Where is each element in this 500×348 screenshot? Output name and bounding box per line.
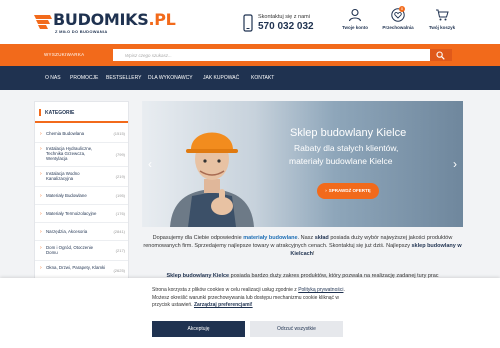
- building-materials-link[interactable]: materiały budowlane: [243, 235, 297, 241]
- chevron-right-icon: ›: [40, 229, 42, 235]
- category-name: Instalacja Wodno Kanalizacyjna: [46, 171, 80, 182]
- contact-label: Skontaktuj się z nami: [258, 14, 310, 20]
- slider-next-icon[interactable]: ›: [453, 157, 457, 171]
- category-name: Instalacja Hydrauliczne, Technika Grzewc…: [46, 146, 93, 162]
- category-name: Materiały Termoizolacyjne: [46, 211, 97, 216]
- reject-cookies-button[interactable]: Odrzuć wszystkie: [250, 321, 343, 337]
- logo[interactable]: BUDOMIKS.PL Z MIŁO DO BUDOWANIA: [34, 10, 176, 36]
- intro-text: Dopasujemy dla Ciebie odpowiednie materi…: [143, 235, 462, 257]
- search-label: WYSZUKIWARKA: [44, 52, 85, 57]
- search-icon: [436, 51, 445, 60]
- wishlist-label: Przechowalnia: [382, 25, 414, 30]
- nav-item-dla-wykonawcy[interactable]: DLA WYKONAWCY: [148, 75, 193, 81]
- cart-label: Twój koszyk: [428, 25, 456, 30]
- wishlist-count-badge: 0: [399, 6, 405, 12]
- category-name: Materiały Budowlane: [46, 193, 87, 198]
- cookie-text: Strona korzysta z plików cookies w celu …: [152, 287, 345, 308]
- category-item[interactable]: › Chemia Budowlana (1515): [35, 125, 128, 143]
- category-count: (1515): [113, 131, 125, 136]
- nav-item-kontakt[interactable]: KONTAKT: [251, 75, 274, 81]
- search-button[interactable]: [430, 49, 452, 61]
- nav-item-o-nas[interactable]: O NAS: [45, 75, 61, 81]
- category-count: (195): [115, 193, 125, 198]
- category-name: Chemia Budowlana: [46, 131, 85, 136]
- category-item[interactable]: › Materiały Budowlane (195): [35, 187, 128, 205]
- main-nav: O NAS PROMOCJE BESTSELLERY DLA WYKONAWCY…: [0, 66, 500, 90]
- hero-title: Sklep budowlany Kielce: [290, 127, 407, 139]
- nav-item-promocje[interactable]: PROMOCJE: [70, 75, 98, 81]
- sidebar-title-accent: [39, 109, 41, 116]
- category-item[interactable]: › Dom i Ogród, Otoczenie Domu (217): [35, 241, 128, 261]
- search-input[interactable]: [113, 49, 430, 61]
- category-count: (799): [115, 152, 125, 157]
- hero-subtitle-line1: Rabaty dla stałych klientów,: [294, 143, 399, 153]
- wishlist-button[interactable]: 0 Przechowalnia: [378, 6, 418, 38]
- chevron-right-icon: ›: [325, 188, 327, 193]
- logo-text: BUDOMIKS.PL: [53, 10, 176, 29]
- account-button[interactable]: Twoje konto: [335, 8, 375, 38]
- search-bar: WYSZUKIWARKA: [0, 44, 500, 66]
- category-count: (176): [115, 211, 125, 216]
- chevron-right-icon: ›: [40, 245, 42, 251]
- hero-slider[interactable]: ‹ › Sklep budowlany Kielce Rabaty dla st…: [142, 101, 463, 227]
- chevron-right-icon: ›: [40, 193, 42, 199]
- manage-preferences-link[interactable]: Zarządzaj preferencjami!: [194, 302, 253, 308]
- chevron-right-icon: ›: [40, 171, 42, 177]
- user-icon: [348, 8, 362, 22]
- sidebar-title-text: KATEGORIE: [45, 110, 75, 116]
- category-count: (219): [115, 174, 125, 179]
- phone-icon: [243, 14, 253, 32]
- logo-mark-icon: [34, 15, 52, 29]
- category-item[interactable]: › Instalacja Wodno Kanalizacyjna (219): [35, 167, 128, 187]
- account-label: Twoje konto: [342, 25, 368, 30]
- category-name: Okna, Drzwi, Parapety, Klamki: [46, 265, 106, 270]
- category-item[interactable]: › Instalacja Hydrauliczne, Technika Grze…: [35, 143, 128, 167]
- category-sidebar: KATEGORIE › Chemia Budowlana (1515) › In…: [34, 101, 129, 301]
- contact-phone[interactable]: 570 032 032: [258, 21, 314, 32]
- sidebar-title: KATEGORIE: [35, 102, 128, 123]
- nav-item-jak-kupowac[interactable]: JAK KUPOWAĆ: [203, 75, 239, 81]
- category-item[interactable]: › Narzędzia, Akcesoria (2841): [35, 223, 128, 241]
- category-name: Dom i Ogród, Otoczenie Domu: [46, 245, 94, 256]
- chevron-right-icon: ›: [40, 131, 42, 137]
- category-count: (2625): [113, 268, 125, 273]
- check-offer-button[interactable]: › SPRAWDŹ OFERTĘ: [317, 183, 379, 199]
- category-name: Narzędzia, Akcesoria: [46, 229, 88, 234]
- cookie-banner: Strona korzysta z plików cookies w celu …: [0, 278, 500, 348]
- chevron-right-icon: ›: [40, 265, 42, 271]
- chevron-right-icon: ›: [40, 211, 42, 217]
- cart-icon: [436, 9, 449, 21]
- logo-tagline: Z MIŁO DO BUDOWANIA: [55, 29, 108, 34]
- hero-subtitle-line2: materiały budowlane Kielce: [289, 156, 393, 166]
- nav-item-bestsellery[interactable]: BESTSELLERY: [106, 75, 141, 81]
- category-count: (217): [115, 248, 125, 253]
- category-count: (2841): [113, 229, 125, 234]
- accept-cookies-button[interactable]: Akceptuję: [152, 321, 245, 337]
- chevron-right-icon: ›: [40, 146, 42, 152]
- cart-button[interactable]: Twój koszyk: [422, 8, 462, 38]
- site-header: BUDOMIKS.PL Z MIŁO DO BUDOWANIA Skontakt…: [0, 0, 500, 44]
- slider-prev-icon[interactable]: ‹: [148, 157, 152, 171]
- privacy-policy-link[interactable]: Polityką prywatności: [298, 287, 343, 293]
- category-item[interactable]: › Materiały Termoizolacyjne (176): [35, 205, 128, 223]
